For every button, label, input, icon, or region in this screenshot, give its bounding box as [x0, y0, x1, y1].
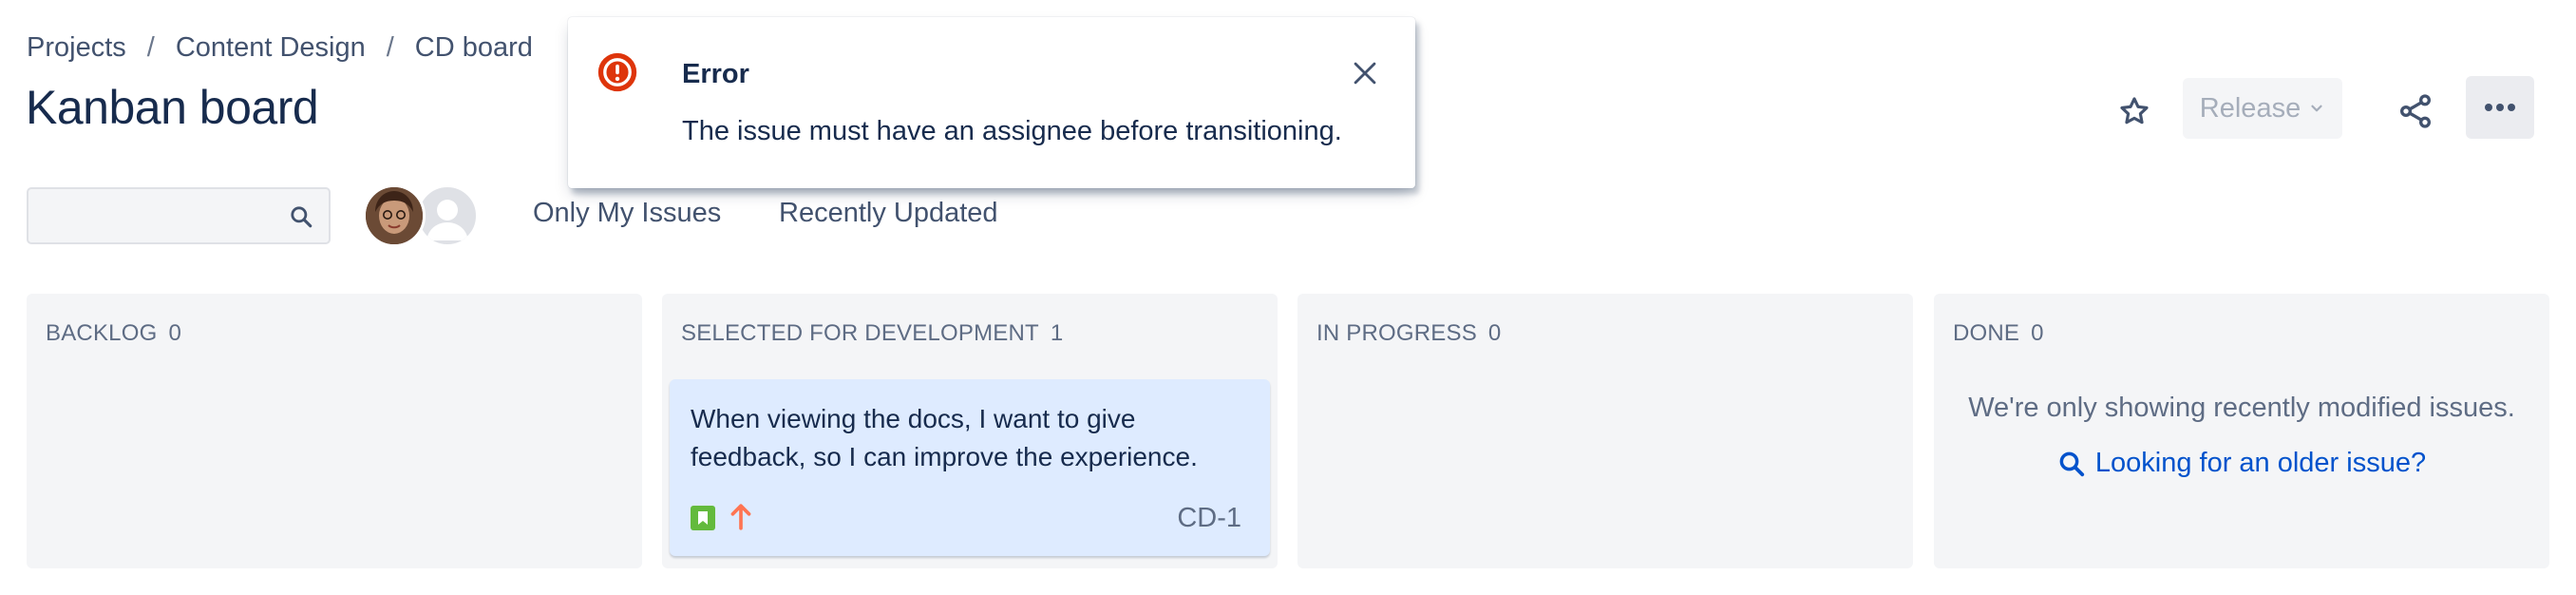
breadcrumb-projects[interactable]: Projects [27, 32, 126, 64]
page-title: Kanban board [26, 81, 319, 134]
column-count: 1 [1050, 320, 1064, 346]
column-in-progress: IN PROGRESS 0 [1297, 294, 1913, 568]
breadcrumb-separator: / [146, 32, 155, 63]
error-flag: Error The issue must have an assignee be… [568, 17, 1415, 188]
column-header: IN PROGRESS 0 [1316, 320, 1501, 347]
priority-high-icon [730, 504, 751, 530]
column-count: 0 [2031, 320, 2044, 346]
column-count: 0 [1487, 320, 1502, 346]
column-title: IN PROGRESS [1316, 320, 1477, 346]
column-backlog: BACKLOG 0 [27, 294, 642, 568]
more-button[interactable] [2466, 76, 2534, 139]
column-header: SELECTED FOR DEVELOPMENT 1 [681, 320, 1063, 347]
search-icon [2059, 451, 2084, 476]
breadcrumb-content-design[interactable]: Content Design [176, 32, 366, 64]
more-icon [2485, 104, 2515, 111]
close-icon[interactable] [1349, 57, 1381, 89]
user-photo-icon [366, 187, 423, 244]
older-issue-link[interactable]: Looking for an older issue? [1934, 448, 2549, 479]
person-icon [426, 200, 468, 240]
column-title: BACKLOG [46, 320, 158, 346]
star-icon [2120, 97, 2149, 125]
error-icon [597, 52, 637, 92]
flag-title: Error [682, 59, 749, 89]
search-field [27, 187, 331, 244]
issue-key[interactable]: CD-1 [1177, 503, 1241, 534]
issue-card[interactable]: When viewing the docs, I want to give fe… [670, 379, 1270, 556]
breadcrumb: Projects / Content Design / CD board [27, 32, 533, 64]
breadcrumb-cd-board[interactable]: CD board [415, 32, 533, 64]
recent-issues-message: We're only showing recently modified iss… [1968, 393, 2515, 423]
column-count: 0 [168, 320, 182, 346]
story-icon [691, 506, 715, 530]
breadcrumb-separator: / [386, 32, 394, 63]
filter-only-my-issues[interactable]: Only My Issues [533, 198, 721, 229]
older-issue-link-label: Looking for an older issue? [2094, 448, 2427, 478]
column-header: BACKLOG 0 [46, 320, 181, 347]
column-selected-for-development: SELECTED FOR DEVELOPMENT 1 When viewing … [662, 294, 1278, 568]
column-title: SELECTED FOR DEVELOPMENT [681, 320, 1039, 346]
share-button[interactable] [2392, 87, 2439, 135]
column-header: DONE 0 [1953, 320, 2044, 347]
release-label: Release [2199, 92, 2301, 124]
flag-message: The issue must have an assignee before t… [682, 116, 1342, 146]
search-input[interactable] [28, 189, 329, 242]
chevron-down-icon [2311, 105, 2322, 112]
card-summary: When viewing the docs, I want to give fe… [691, 404, 1198, 471]
star-button[interactable] [2112, 89, 2156, 133]
filter-recently-updated[interactable]: Recently Updated [779, 198, 998, 229]
search-icon[interactable] [289, 204, 313, 229]
column-title: DONE [1953, 320, 2020, 346]
release-button[interactable]: Release [2183, 78, 2342, 139]
column-done: DONE 0 We're only showing recently modif… [1934, 294, 2549, 568]
share-icon [2400, 94, 2431, 128]
user-avatar[interactable] [363, 184, 426, 247]
